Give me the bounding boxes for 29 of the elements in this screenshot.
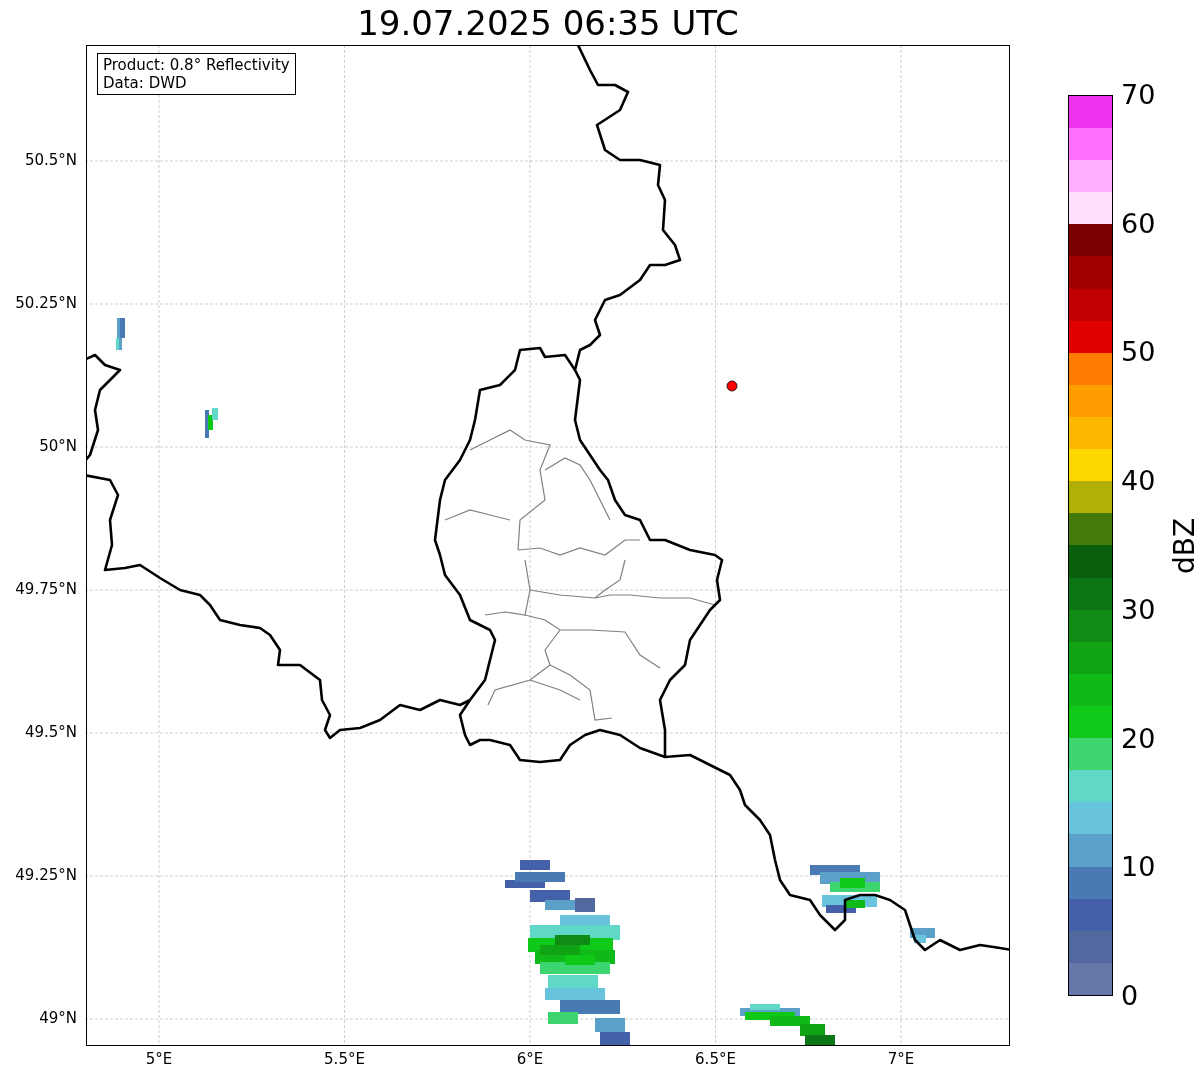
colorbar-tick-label: 10 xyxy=(1121,853,1156,881)
colorbar-tick-label: 20 xyxy=(1121,724,1156,752)
colorbar-tick-label: 70 xyxy=(1121,81,1156,108)
colorbar-tick-label: 30 xyxy=(1121,595,1156,623)
axis-tick-label: 50°N xyxy=(39,439,77,454)
radar-echo xyxy=(116,318,125,350)
axis-tick-label: 49.25°N xyxy=(15,868,77,883)
radar-echo xyxy=(205,408,218,438)
chart-title: 19.07.2025 06:35 UTC xyxy=(357,5,739,40)
info-text: Product: 0.8° Reflectivity xyxy=(103,56,290,74)
axis-tick-label: 5°E xyxy=(145,1052,173,1067)
radar-echo xyxy=(910,928,935,943)
colorbar-label: dBZ xyxy=(1171,517,1200,575)
axis-tick-label: 49.5°N xyxy=(24,725,77,740)
axis-tick-label: 7°E xyxy=(887,1052,915,1067)
axis-tick-label: 49.75°N xyxy=(15,582,77,597)
axis-tick-label: 50.25°N xyxy=(15,296,77,311)
info-text: Data: DWD xyxy=(103,74,188,92)
location-marker-icon xyxy=(726,380,738,392)
axis-tick-label: 50.5°N xyxy=(24,153,77,168)
radar-echo xyxy=(810,865,880,913)
axis-tick-label: 49°N xyxy=(39,1011,77,1026)
axis-tick-label: 5.5°E xyxy=(324,1052,365,1067)
colorbar-tick-label: 0 xyxy=(1121,982,1139,1009)
axis-tick-label: 6°E xyxy=(516,1052,544,1067)
axis-tick-label: 6.5°E xyxy=(695,1052,736,1067)
colorbar-tick-label: 50 xyxy=(1121,338,1156,366)
colorbar-tick-label: 60 xyxy=(1121,209,1156,237)
colorbar-tick-label: 40 xyxy=(1121,467,1156,495)
